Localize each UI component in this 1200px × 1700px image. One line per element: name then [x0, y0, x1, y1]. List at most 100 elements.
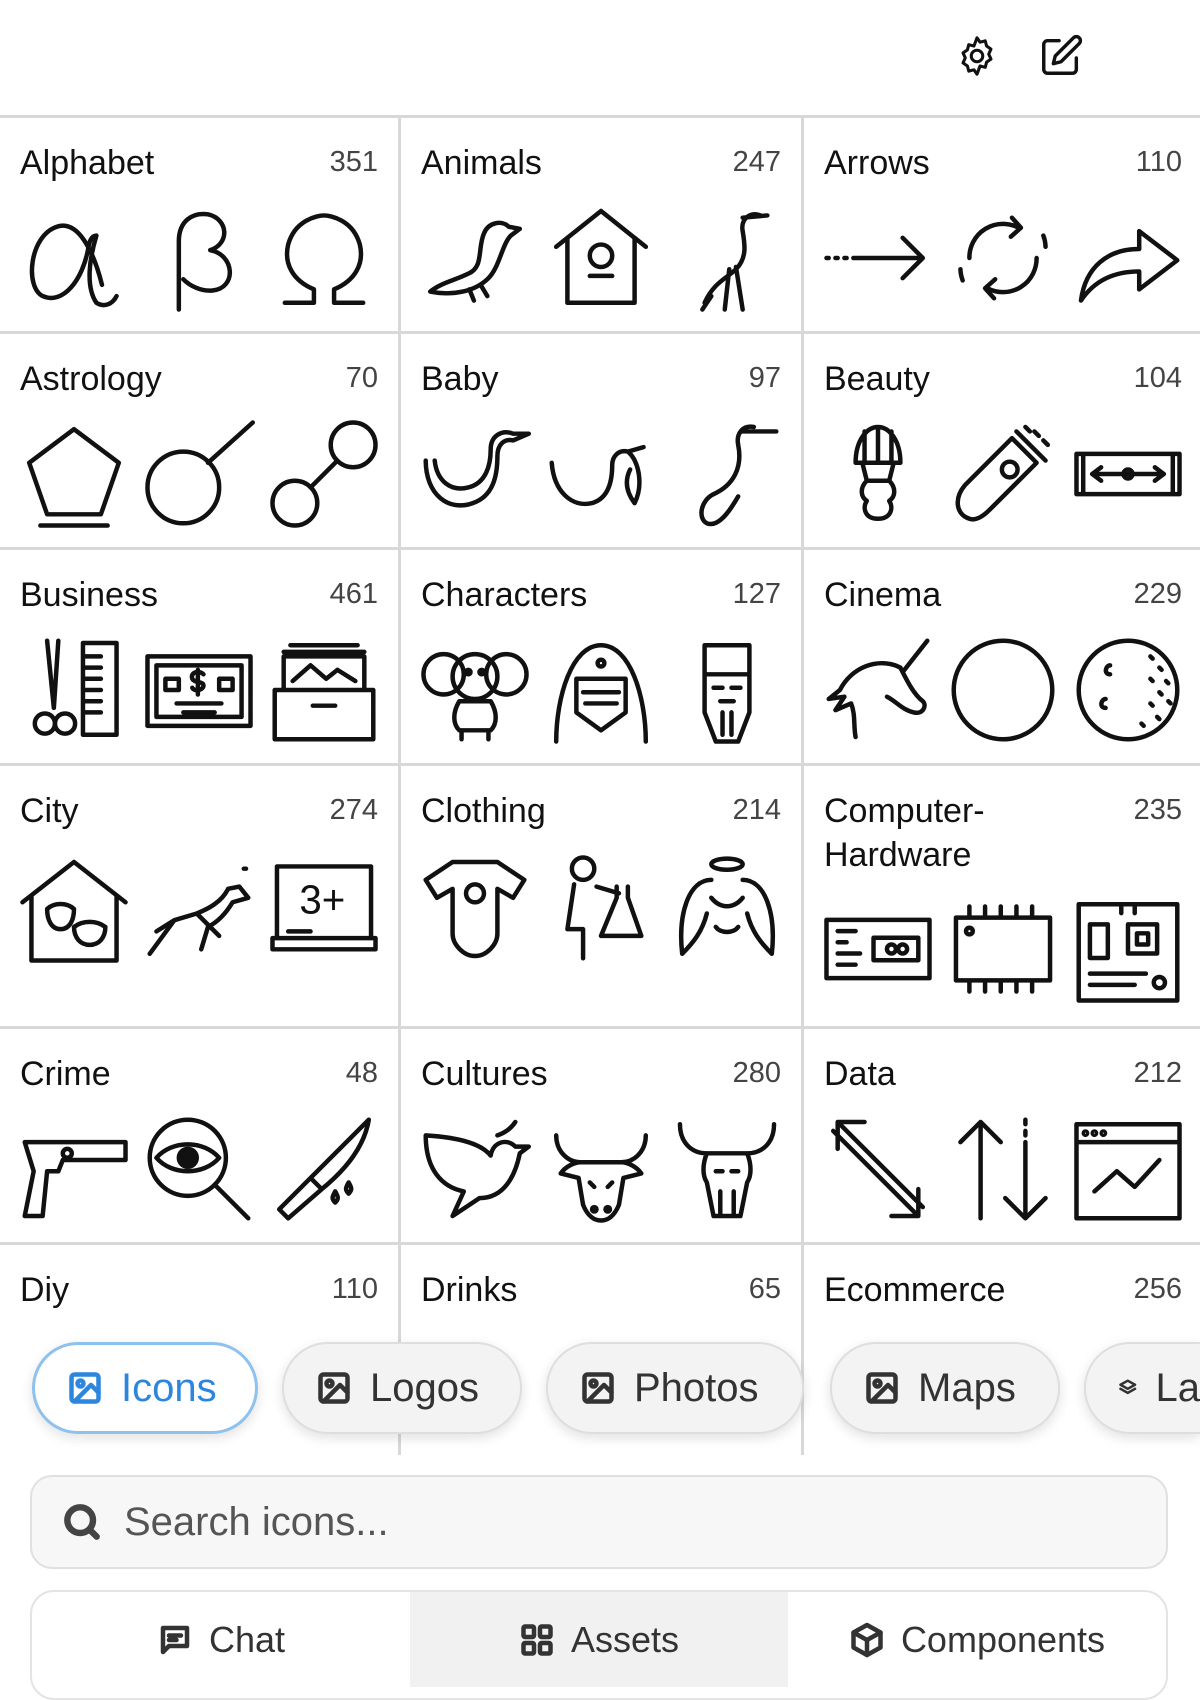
pill-logos[interactable]: Logos [282, 1342, 522, 1434]
running-dog-icon [143, 853, 255, 965]
image-icon [67, 1370, 103, 1406]
category-card-alphabet[interactable]: Alphabet 351 [0, 118, 398, 331]
pill-icons[interactable]: Icons [32, 1342, 258, 1434]
hair-clipper-icon [947, 418, 1059, 530]
pill-layers[interactable]: La [1084, 1342, 1200, 1434]
grid-icon [519, 1622, 555, 1658]
search-icon [60, 1500, 104, 1544]
pill-photos[interactable]: Photos [546, 1342, 804, 1434]
image-icon [864, 1370, 900, 1406]
search-bar [30, 1475, 1168, 1569]
category-count: 127 [733, 578, 781, 611]
tab-components[interactable]: Components [788, 1592, 1166, 1687]
birdhouse-icon [545, 202, 657, 314]
category-count: 70 [346, 362, 378, 395]
category-count: 351 [330, 146, 378, 179]
category-name: Arrows [824, 141, 930, 185]
svg-text:3+: 3+ [299, 876, 345, 922]
category-name: Alphabet [20, 141, 154, 185]
conjunction-icon [268, 418, 380, 530]
asset-type-pills: Icons Logos Photos Maps La [0, 1342, 1200, 1442]
category-count: 104 [1134, 362, 1182, 395]
category-name: Data [824, 1052, 896, 1096]
category-card-cinema[interactable]: Cinema 229 [804, 550, 1200, 763]
category-name: City [20, 789, 79, 833]
refresh-cycle-icon [947, 202, 1059, 314]
bird-icon [419, 202, 531, 314]
peace-dove-icon [419, 1113, 531, 1225]
circuit-board-icon [822, 893, 934, 1005]
category-count: 110 [332, 1273, 378, 1306]
bottom-tab-bar: Chat Assets Components [30, 1590, 1168, 1700]
pentagon-icon [18, 418, 130, 530]
browser-chart-icon [1072, 1113, 1184, 1225]
category-count: 280 [733, 1057, 781, 1090]
chat-icon [157, 1622, 193, 1658]
category-count: 256 [1134, 1273, 1182, 1306]
heron-icon [671, 418, 783, 530]
scissors-comb-icon [18, 634, 130, 746]
category-name: Beauty [824, 357, 930, 401]
category-card-cultures[interactable]: Cultures 280 [401, 1029, 801, 1242]
beta-icon [143, 202, 255, 314]
crane-icon [671, 202, 783, 314]
category-name: Ecommerce [824, 1268, 1005, 1312]
razor-blade-icon [1072, 418, 1184, 530]
redo-arrow-icon [1072, 202, 1184, 314]
category-card-city[interactable]: City 274 3+ [0, 766, 398, 1026]
category-count: 214 [733, 794, 781, 827]
category-card-characters[interactable]: Characters 127 [401, 550, 801, 763]
stork-baby-icon [545, 418, 657, 530]
tab-label: Components [901, 1619, 1105, 1661]
category-name: Baby [421, 357, 499, 401]
edit-icon[interactable] [1037, 32, 1085, 80]
archive-box-icon [268, 634, 380, 746]
pill-maps[interactable]: Maps [830, 1342, 1060, 1434]
mask-hooded-icon [545, 634, 657, 746]
cheburashka-icon [419, 634, 531, 746]
category-name: Drinks [421, 1268, 517, 1312]
category-card-data[interactable]: Data 212 [804, 1029, 1200, 1242]
shaving-brush-icon [822, 418, 934, 530]
package-icon [849, 1622, 885, 1658]
gear-icon[interactable] [953, 32, 1001, 80]
pet-house-icon [18, 853, 130, 965]
tab-label: Chat [209, 1619, 285, 1661]
category-count: 229 [1134, 578, 1182, 611]
tab-assets[interactable]: Assets [410, 1592, 788, 1687]
tab-label: Assets [571, 1619, 679, 1661]
top-bar [0, 0, 1200, 115]
search-input[interactable] [122, 1499, 1026, 1546]
pill-label: La [1156, 1366, 1200, 1411]
category-card-business[interactable]: Business 461 [0, 550, 398, 763]
image-icon [316, 1370, 352, 1406]
image-icon [580, 1370, 616, 1406]
category-name: Business [20, 573, 158, 617]
stork-icon [419, 418, 531, 530]
category-count: 110 [1136, 146, 1182, 179]
omega-icon [268, 202, 380, 314]
opposition-icon [143, 418, 255, 530]
category-card-astrology[interactable]: Astrology 70 [0, 334, 398, 547]
category-card-animals[interactable]: Animals 247 [401, 118, 801, 331]
dotted-arrow-right-icon [822, 202, 934, 314]
tab-chat[interactable]: Chat [32, 1592, 410, 1687]
category-card-baby[interactable]: Baby 97 [401, 334, 801, 547]
pistol-icon [18, 1113, 130, 1225]
category-card-beauty[interactable]: Beauty 104 [804, 334, 1200, 547]
pill-label: Photos [634, 1366, 759, 1411]
layers-icon [1118, 1370, 1138, 1406]
category-name: Diy [20, 1268, 69, 1312]
pill-label: Maps [918, 1366, 1016, 1411]
bull-skull-icon [671, 1113, 783, 1225]
bloody-knife-icon [268, 1113, 380, 1225]
moon-craters-icon [1072, 634, 1184, 746]
category-card-computer-hardware[interactable]: Computer-Hardware 235 [804, 766, 1200, 1026]
category-card-crime[interactable]: Crime 48 [0, 1029, 398, 1242]
category-card-clothing[interactable]: Clothing 214 [401, 766, 801, 1026]
category-card-arrows[interactable]: Arrows 110 [804, 118, 1200, 331]
woman-dress-icon [545, 853, 657, 965]
category-name: Clothing [421, 789, 546, 833]
pill-label: Logos [370, 1366, 479, 1411]
eye-magnifier-icon [143, 1113, 255, 1225]
